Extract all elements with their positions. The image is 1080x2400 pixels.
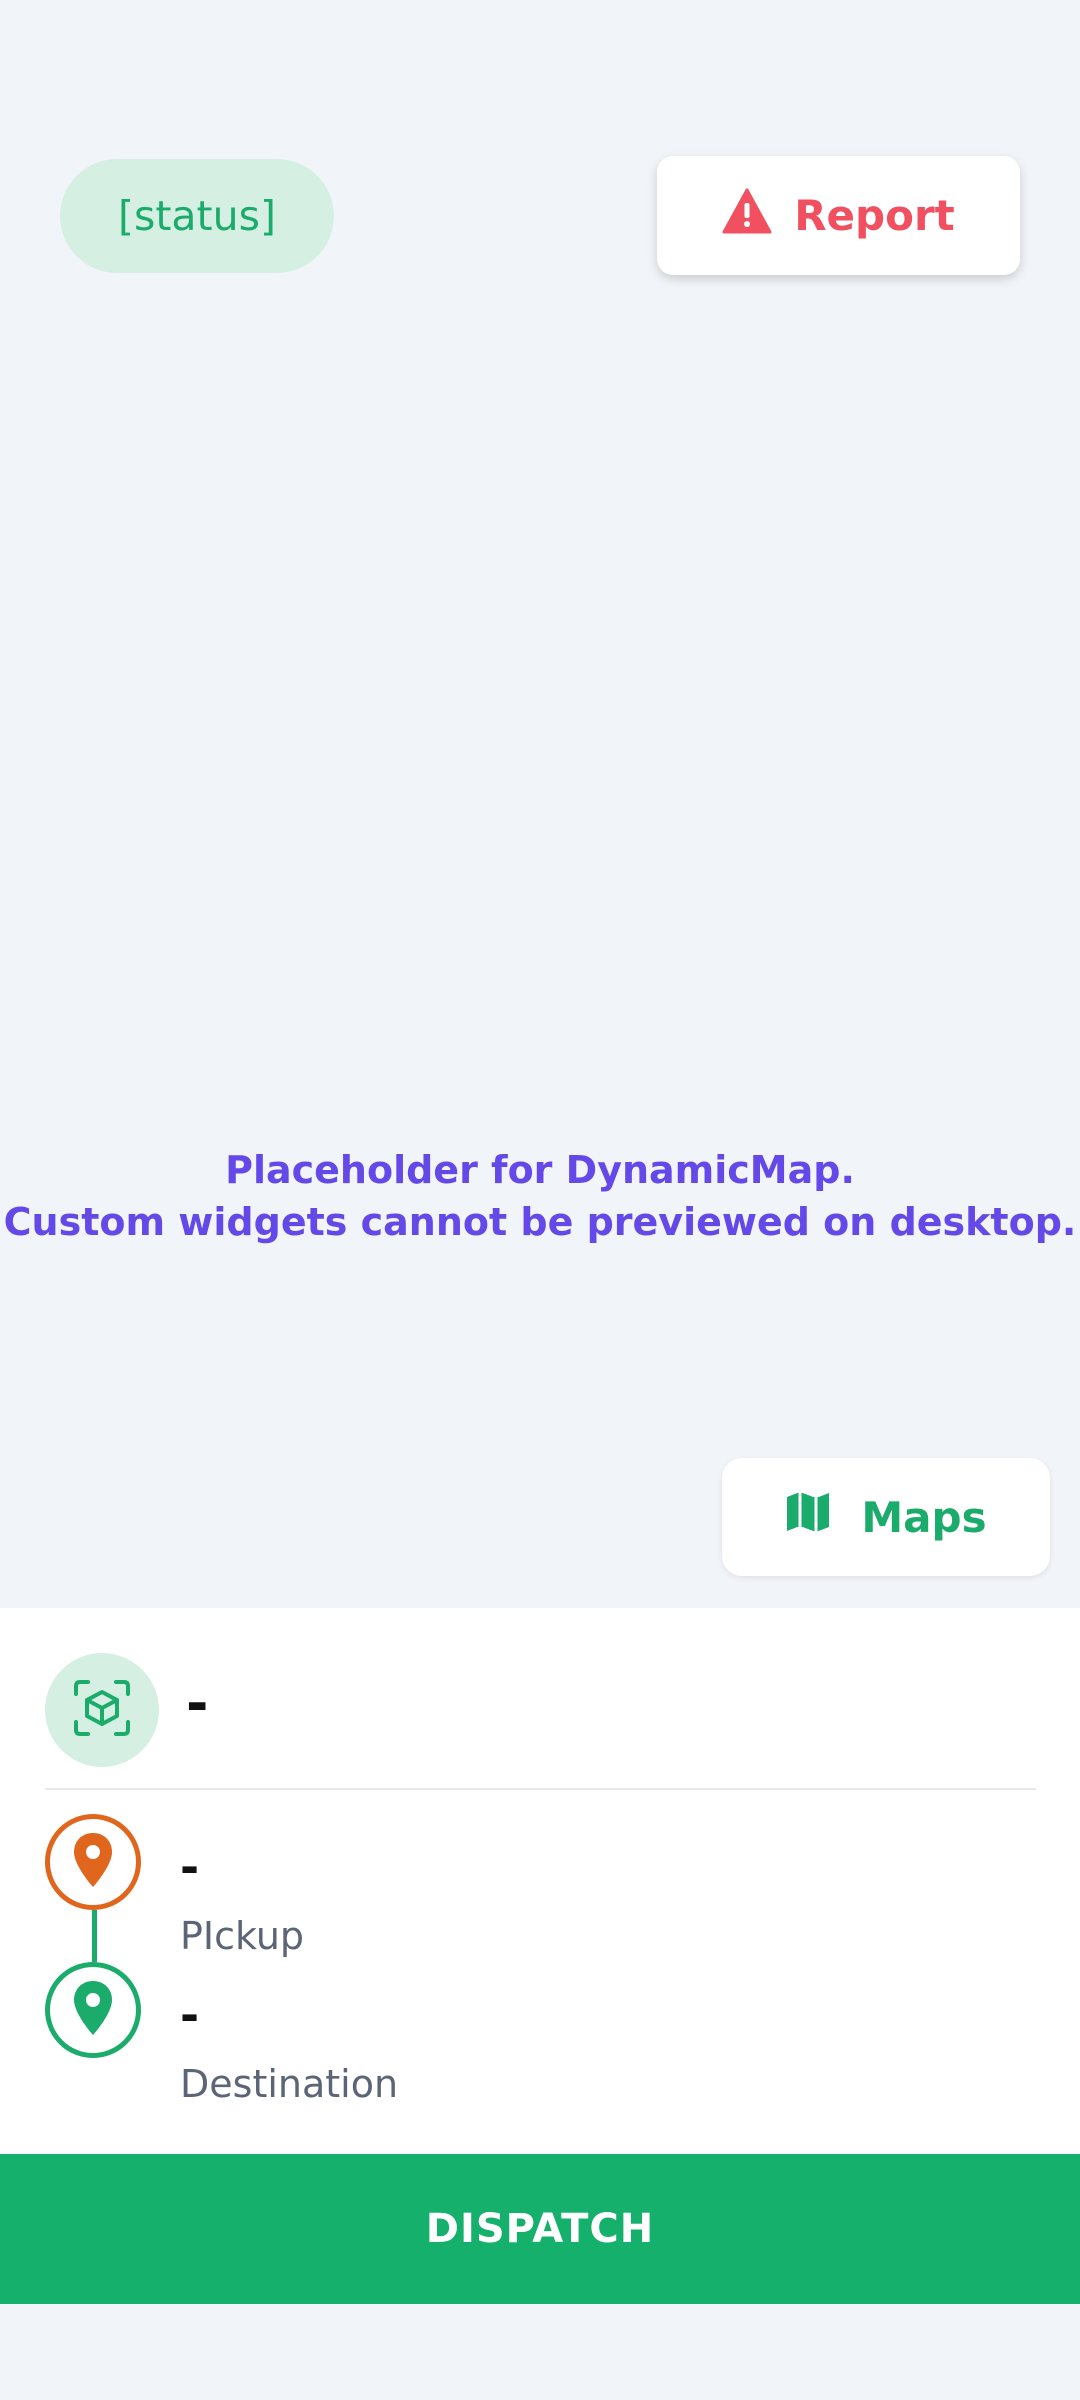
pickup-pin-icon (71, 1831, 115, 1893)
map-placeholder-line2: Custom widgets cannot be previewed on de… (3, 1200, 1077, 1244)
package-avatar (45, 1653, 159, 1767)
map-icon (785, 1489, 831, 1545)
maps-button[interactable]: Maps (722, 1458, 1050, 1576)
destination-pin-icon (71, 1979, 115, 2041)
screen: Placeholder for DynamicMap. Custom widge… (0, 0, 1080, 2400)
destination-marker (45, 1962, 141, 2058)
warning-triangle-icon (722, 188, 772, 244)
package-value: - (186, 1672, 209, 1735)
map-area[interactable]: Placeholder for DynamicMap. Custom widge… (0, 0, 1080, 1608)
report-button[interactable]: Report (657, 156, 1020, 275)
report-label: Report (794, 191, 955, 240)
status-badge: [status] (60, 159, 334, 273)
maps-label: Maps (861, 1492, 987, 1542)
package-scan-icon (72, 1678, 132, 1742)
pickup-value: - (180, 1840, 200, 1894)
map-placeholder-line1: Placeholder for DynamicMap. (225, 1148, 855, 1192)
dispatch-label: DISPATCH (425, 2206, 655, 2252)
dispatch-button[interactable]: DISPATCH (0, 2154, 1080, 2304)
package-row: - (0, 1608, 1080, 1788)
destination-value: - (180, 1988, 200, 2042)
divider (45, 1788, 1036, 1790)
pickup-marker (45, 1814, 141, 1910)
destination-label: Destination (180, 2062, 399, 2106)
status-label: [status] (118, 192, 276, 240)
map-placeholder-text: Placeholder for DynamicMap. Custom widge… (0, 1144, 1080, 1248)
route-connector (92, 1910, 97, 1962)
pickup-label: PIckup (180, 1914, 305, 1958)
trip-details-sheet: - - PIckup - Destination (0, 1608, 1080, 2154)
